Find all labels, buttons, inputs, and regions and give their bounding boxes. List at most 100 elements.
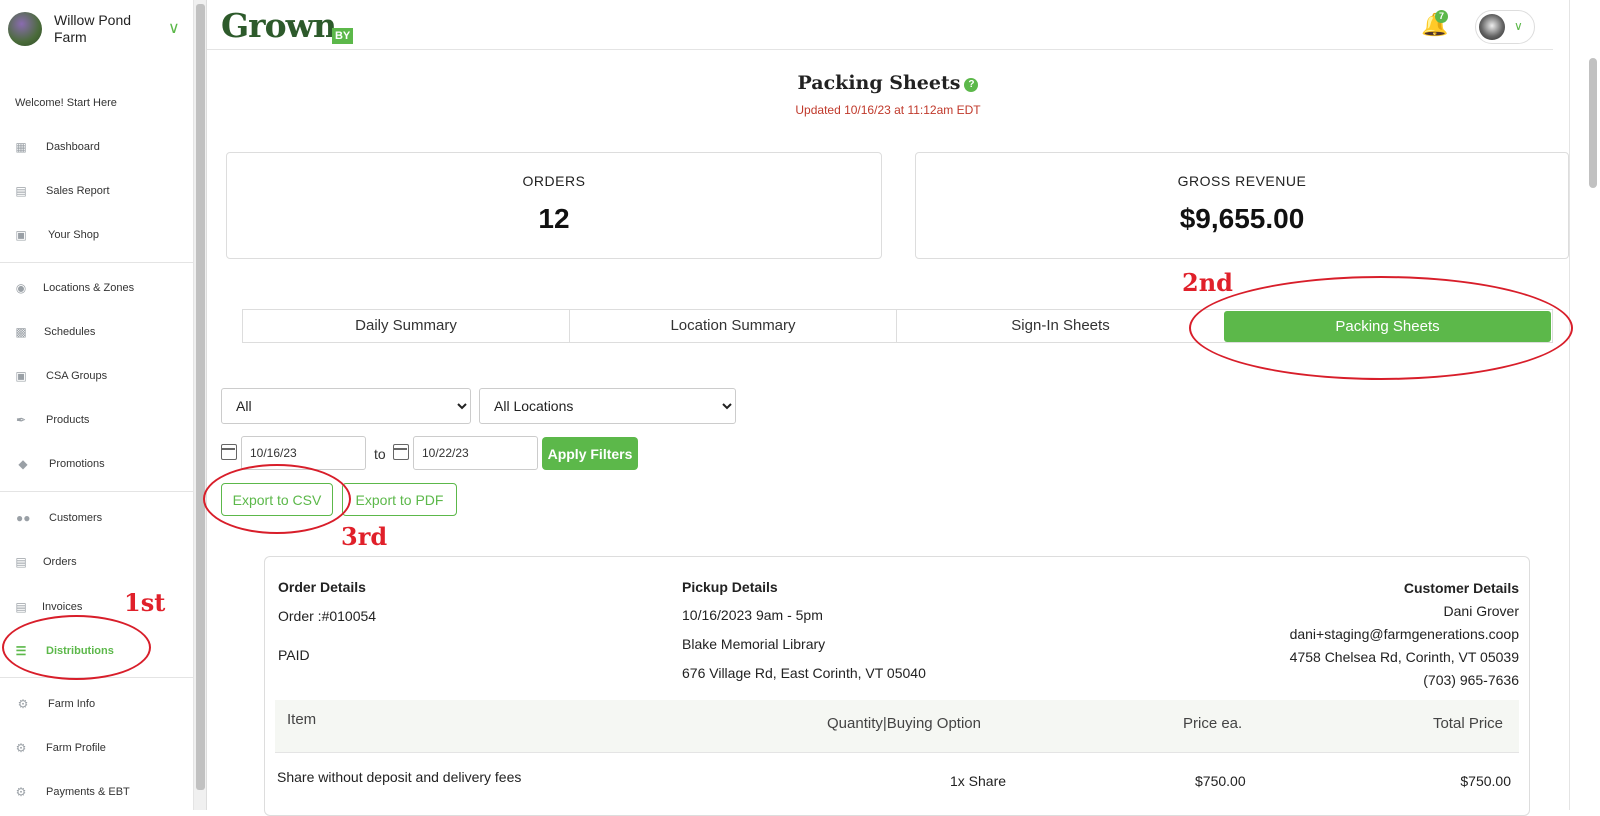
sidebar-item-farm-profile[interactable]: ⚙ Farm Profile xyxy=(0,730,194,766)
item-quantity: 1x Share xyxy=(950,773,1007,789)
annotation-circle-packing-tab xyxy=(1189,276,1573,380)
updated-timestamp: Updated 10/16/23 at 11:12am EDT xyxy=(795,103,981,117)
tab-daily-summary[interactable]: Daily Summary xyxy=(243,310,570,342)
farm-name: Willow Pond Farm xyxy=(54,12,132,45)
content-border xyxy=(1569,0,1570,810)
farm-avatar xyxy=(8,12,42,46)
pickup-details-heading: Pickup Details xyxy=(682,579,778,595)
sidebar-item-label: Promotions xyxy=(49,458,105,470)
annotation-2nd: 2nd xyxy=(1182,268,1233,297)
farm-switcher[interactable]: Willow Pond Farm ∨ xyxy=(8,12,188,48)
revenue-card: GROSS REVENUE $9,655.00 xyxy=(915,152,1569,259)
scrollbar-thumb[interactable] xyxy=(196,4,205,790)
col-total: Total Price xyxy=(1432,715,1503,732)
items-table-header: Item Quantity|Buying Option Price ea. To… xyxy=(275,700,1519,752)
date-to-input[interactable] xyxy=(413,436,538,470)
customer-phone: (703) 965-7636 xyxy=(1423,672,1519,688)
customer-email[interactable]: dani+staging@farmgenerations.coop xyxy=(1139,623,1519,646)
sidebar-item-label: Farm Profile xyxy=(46,742,106,754)
sidebar-divider xyxy=(0,491,194,492)
calendar-icon[interactable] xyxy=(393,444,409,460)
calendar-icon: ▩ xyxy=(15,325,27,339)
gear-icon: ⚙ xyxy=(15,785,27,799)
gear-icon: ⚙ xyxy=(15,741,27,755)
box-icon: ▣ xyxy=(15,369,27,383)
col-quantity: Quantity|Buying Option xyxy=(827,715,981,732)
chevron-down-icon[interactable]: ∨ xyxy=(168,18,180,38)
main-scrollbar[interactable] xyxy=(1586,50,1600,810)
apply-filters-button[interactable]: Apply Filters xyxy=(542,437,638,470)
annotation-3rd: 3rd xyxy=(341,522,388,551)
customer-name: Dani Grover xyxy=(1443,603,1519,619)
carrot-icon: ✒ xyxy=(15,413,27,427)
tractor-icon: ⚙ xyxy=(17,697,29,711)
grownby-logo[interactable]: GrownBY xyxy=(221,6,354,45)
sidebar-divider xyxy=(0,262,194,263)
date-range-to: to xyxy=(374,446,386,462)
logo-badge: BY xyxy=(331,28,354,44)
sidebar-item-label: Locations & Zones xyxy=(43,282,135,294)
users-icon: ●● xyxy=(16,511,31,525)
sales-report-icon: ▤ xyxy=(15,184,27,198)
sidebar-item-label: Your Shop xyxy=(48,229,99,241)
sidebar-item-label: Dashboard xyxy=(46,141,100,153)
sidebar-item-payments[interactable]: ⚙ Payments & EBT xyxy=(0,774,194,810)
tab-location-summary[interactable]: Location Summary xyxy=(570,310,897,342)
sidebar-item-promotions[interactable]: ◆ Promotions xyxy=(0,446,194,482)
pickup-time: 10/16/2023 9am - 5pm xyxy=(682,607,823,623)
annotation-circle-export-csv xyxy=(203,464,351,534)
document-icon: ▤ xyxy=(15,555,27,569)
sidebar-scrollbar[interactable] xyxy=(194,0,207,810)
notification-badge: 7 xyxy=(1435,10,1448,23)
customer-details-heading: Customer Details xyxy=(1403,580,1519,596)
logo-text: Grown xyxy=(221,6,337,45)
chevron-down-icon: ∨ xyxy=(1514,19,1523,33)
table-row: Share without deposit and delivery fees … xyxy=(275,752,1519,812)
sidebar-item-your-shop[interactable]: ▣ Your Shop xyxy=(0,217,194,253)
sidebar-item-label: Customers xyxy=(49,512,103,524)
tab-sign-in-sheets[interactable]: Sign-In Sheets xyxy=(897,310,1224,342)
sidebar-item-customers[interactable]: ●● Customers xyxy=(0,500,194,536)
sidebar-item-dashboard[interactable]: ▦ Dashboard xyxy=(0,129,194,165)
user-menu-button[interactable]: ∨ xyxy=(1475,10,1535,44)
sidebar-item-orders[interactable]: ▤ Orders xyxy=(0,544,194,580)
customer-details: Customer Details Dani Grover dani+stagin… xyxy=(1139,577,1519,692)
location-select[interactable]: All Locations xyxy=(479,388,736,424)
annotation-circle-distributions xyxy=(2,615,151,680)
pickup-location: Blake Memorial Library xyxy=(682,636,826,652)
sidebar-item-welcome[interactable]: Welcome! Start Here xyxy=(0,85,194,121)
sidebar-item-label: Welcome! Start Here xyxy=(15,97,117,109)
sidebar-item-locations[interactable]: ◉ Locations & Zones xyxy=(0,270,194,306)
sidebar-item-csa-groups[interactable]: ▣ CSA Groups xyxy=(0,358,194,394)
sidebar-item-label: Sales Report xyxy=(46,185,110,197)
order-details: Order Details Order :#010054 PAID xyxy=(278,577,638,665)
item-price: $750.00 xyxy=(1195,773,1246,789)
bell-icon[interactable]: 🔔 7 xyxy=(1421,10,1449,40)
sidebar-item-label: Payments & EBT xyxy=(46,786,130,798)
orders-card: ORDERS 12 xyxy=(226,152,882,259)
sidebar-item-products[interactable]: ✒ Products xyxy=(0,402,194,438)
revenue-label: GROSS REVENUE xyxy=(1177,173,1307,189)
page-title: Packing Sheets? xyxy=(207,72,1569,94)
sidebar-item-sales-report[interactable]: ▤ Sales Report xyxy=(0,173,194,209)
order-number: Order :#010054 xyxy=(278,608,377,624)
payment-status: PAID xyxy=(278,647,310,663)
export-pdf-button[interactable]: Export to PDF xyxy=(342,483,457,516)
sidebar-item-schedules[interactable]: ▩ Schedules xyxy=(0,314,194,350)
orders-label: ORDERS xyxy=(522,173,586,189)
annotation-1st: 1st xyxy=(124,588,166,617)
customer-address: 4758 Chelsea Rd, Corinth, VT 05039 xyxy=(1289,649,1519,665)
col-item: Item xyxy=(287,711,317,728)
sidebar-item-farm-info[interactable]: ⚙ Farm Info xyxy=(0,686,194,722)
shop-icon: ▣ xyxy=(15,228,27,242)
type-select[interactable]: All xyxy=(221,388,471,424)
scrollbar-thumb[interactable] xyxy=(1589,58,1597,188)
pickup-address: 676 Village Rd, East Corinth, VT 05040 xyxy=(682,665,926,681)
sidebar-item-label: Farm Info xyxy=(48,698,96,710)
calendar-icon[interactable] xyxy=(221,444,237,460)
col-price: Price ea. xyxy=(1183,715,1243,732)
help-icon[interactable]: ? xyxy=(964,78,979,92)
sidebar-item-label: Invoices xyxy=(42,601,83,613)
sidebar-item-label: Orders xyxy=(43,556,77,568)
page-title-text: Packing Sheets xyxy=(797,72,961,94)
